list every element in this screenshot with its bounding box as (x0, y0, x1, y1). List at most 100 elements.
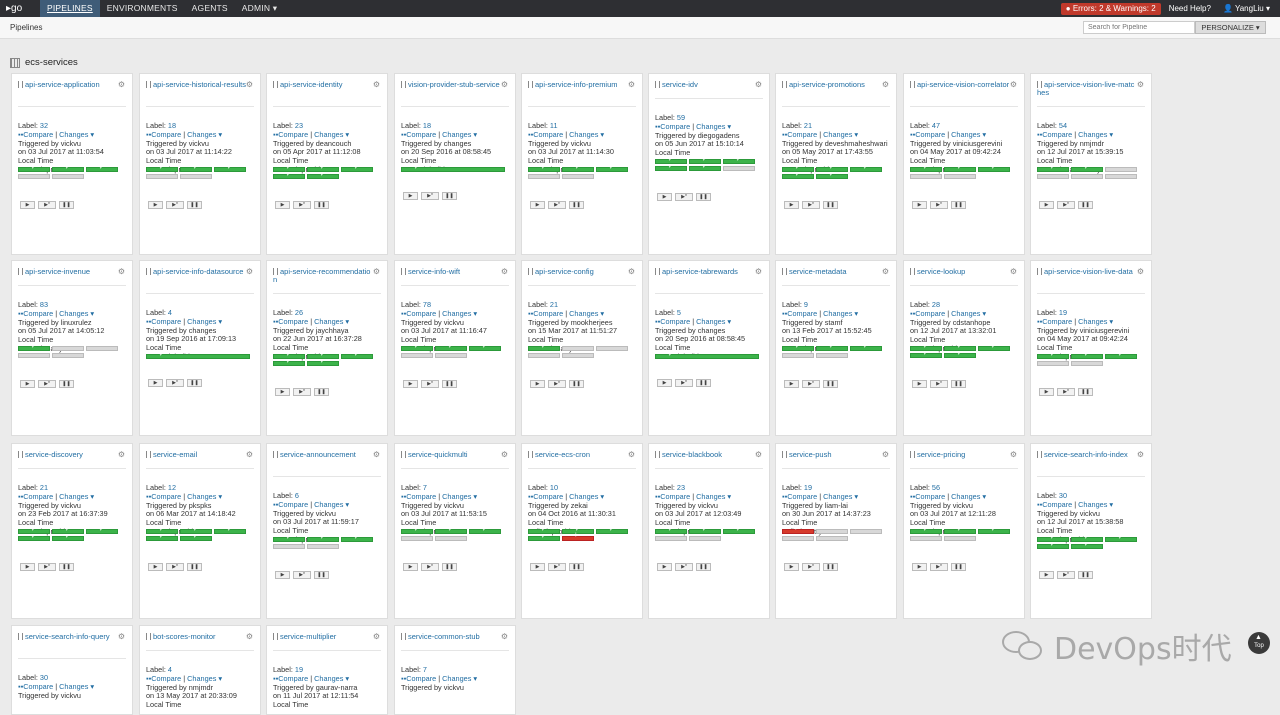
pause-button[interactable]: ❚❚ (823, 201, 838, 209)
compare-link[interactable]: ▪▪Compare (273, 317, 308, 326)
trigger-with-options-button[interactable]: ▶* (166, 201, 184, 209)
stage-indicator[interactable] (469, 526, 501, 534)
compare-link[interactable]: ▪▪Compare (1037, 130, 1072, 139)
pipeline-name[interactable]: service-push (782, 451, 882, 459)
trigger-button[interactable]: ▶ (403, 192, 418, 200)
trigger-with-options-button[interactable]: ▶* (38, 201, 56, 209)
stage-indicator[interactable] (655, 163, 687, 171)
trigger-with-options-button[interactable]: ▶* (675, 379, 693, 387)
pause-button[interactable]: ❚❚ (696, 379, 711, 387)
stage-indicator[interactable] (52, 164, 84, 172)
stage-indicator[interactable] (528, 174, 560, 179)
stage-indicator[interactable] (910, 526, 942, 534)
pipeline-name[interactable]: vision-provider-stub-service (401, 81, 501, 89)
stage-indicator[interactable] (655, 536, 687, 541)
pipeline-name[interactable]: api-service-vision-live-data (1037, 268, 1137, 276)
stage-indicator[interactable] (1037, 164, 1069, 172)
stage-indicator[interactable] (401, 526, 433, 534)
stage-indicator[interactable] (782, 536, 814, 541)
pipeline-label[interactable]: 18 (423, 121, 431, 130)
stage-indicator[interactable] (782, 171, 814, 179)
trigger-with-options-button[interactable]: ▶* (293, 571, 311, 579)
stage-indicator[interactable] (52, 533, 84, 541)
pipeline-label[interactable]: 19 (1059, 308, 1067, 317)
changes-link[interactable]: Changes ▾ (59, 492, 94, 501)
compare-link[interactable]: ▪▪Compare (401, 492, 436, 501)
pipeline-label[interactable]: 32 (40, 121, 48, 130)
compare-link[interactable]: ▪▪Compare (655, 492, 690, 501)
pipeline-name[interactable]: api-service-promotions (782, 81, 882, 89)
pipeline-label[interactable]: 30 (1059, 491, 1067, 500)
compare-link[interactable]: ▪▪Compare (1037, 317, 1072, 326)
pause-button[interactable]: ❚❚ (187, 201, 202, 209)
pipeline-name[interactable]: service-search-info-index (1037, 451, 1137, 459)
gear-icon[interactable]: ⚙ (501, 80, 508, 89)
pipeline-name[interactable]: service-info-wift (401, 268, 501, 276)
stage-indicator[interactable] (1105, 351, 1137, 359)
stage-indicator[interactable] (655, 526, 687, 534)
stage-indicator[interactable] (18, 343, 50, 351)
changes-link[interactable]: Changes ▾ (951, 130, 986, 139)
pipeline-label[interactable]: 5 (677, 308, 681, 317)
pipeline-name[interactable]: api-service-config (528, 268, 628, 276)
stage-indicator[interactable] (978, 526, 1010, 534)
pipeline-name[interactable]: api-service-identity (273, 81, 373, 89)
trigger-with-options-button[interactable]: ▶* (930, 380, 948, 388)
trigger-button[interactable]: ▶ (148, 379, 163, 387)
stage-indicator[interactable] (86, 526, 118, 534)
go-logo[interactable]: ▸go (6, 3, 40, 14)
changes-link[interactable]: Changes ▾ (951, 309, 986, 318)
gear-icon[interactable]: ⚙ (118, 450, 125, 459)
trigger-button[interactable]: ▶ (20, 201, 35, 209)
trigger-button[interactable]: ▶ (20, 563, 35, 571)
trigger-button[interactable]: ▶ (657, 379, 672, 387)
trigger-with-options-button[interactable]: ▶* (548, 380, 566, 388)
stage-indicator[interactable] (18, 533, 50, 541)
pipeline-label[interactable]: 7 (423, 665, 427, 674)
pipeline-name[interactable]: service-quickmulti (401, 451, 501, 459)
stage-indicator[interactable] (1105, 167, 1137, 172)
stage-indicator[interactable] (562, 346, 594, 351)
pipeline-label[interactable]: 47 (932, 121, 940, 130)
stage-indicator[interactable] (562, 533, 594, 541)
pipeline-label[interactable]: 21 (550, 300, 558, 309)
gear-icon[interactable]: ⚙ (628, 267, 635, 276)
trigger-button[interactable]: ▶ (912, 201, 927, 209)
stage-indicator[interactable] (910, 350, 942, 358)
pause-button[interactable]: ❚❚ (951, 380, 966, 388)
stage-indicator[interactable] (341, 164, 373, 172)
compare-link[interactable]: ▪▪Compare (146, 674, 181, 683)
compare-link[interactable]: ▪▪Compare (18, 130, 53, 139)
changes-link[interactable]: Changes ▾ (314, 500, 349, 509)
changes-link[interactable]: Changes ▾ (442, 492, 477, 501)
gear-icon[interactable]: ⚙ (246, 80, 253, 89)
stage-indicator[interactable] (850, 343, 882, 351)
compare-link[interactable]: ▪▪Compare (146, 130, 181, 139)
trigger-with-options-button[interactable]: ▶* (675, 193, 693, 201)
gear-icon[interactable]: ⚙ (501, 632, 508, 641)
stage-indicator[interactable] (978, 164, 1010, 172)
stage-indicator[interactable] (435, 353, 467, 358)
gear-icon[interactable]: ⚙ (882, 450, 889, 459)
changes-link[interactable]: Changes ▾ (1078, 130, 1113, 139)
stage-indicator[interactable] (850, 529, 882, 534)
trigger-button[interactable]: ▶ (912, 380, 927, 388)
trigger-button[interactable]: ▶ (784, 563, 799, 571)
changes-link[interactable]: Changes ▾ (823, 492, 858, 501)
stage-indicator[interactable] (1037, 174, 1069, 179)
pause-button[interactable]: ❚❚ (569, 201, 584, 209)
pause-button[interactable]: ❚❚ (696, 193, 711, 201)
stage-indicator[interactable] (596, 346, 628, 351)
stage-indicator[interactable] (18, 174, 50, 179)
stage-indicator[interactable] (1071, 174, 1103, 179)
stage-indicator[interactable] (562, 526, 594, 534)
pause-button[interactable]: ❚❚ (1078, 388, 1093, 396)
compare-link[interactable]: ▪▪Compare (782, 309, 817, 318)
stage-indicator[interactable] (816, 343, 848, 351)
stage-indicator[interactable] (341, 351, 373, 359)
stage-indicator[interactable] (689, 536, 721, 541)
pipeline-name[interactable]: service-pricing (910, 451, 1010, 459)
stage-indicator[interactable] (273, 534, 305, 542)
pipeline-name[interactable]: api-service-info-datasource (146, 268, 246, 276)
trigger-with-options-button[interactable]: ▶* (166, 379, 184, 387)
